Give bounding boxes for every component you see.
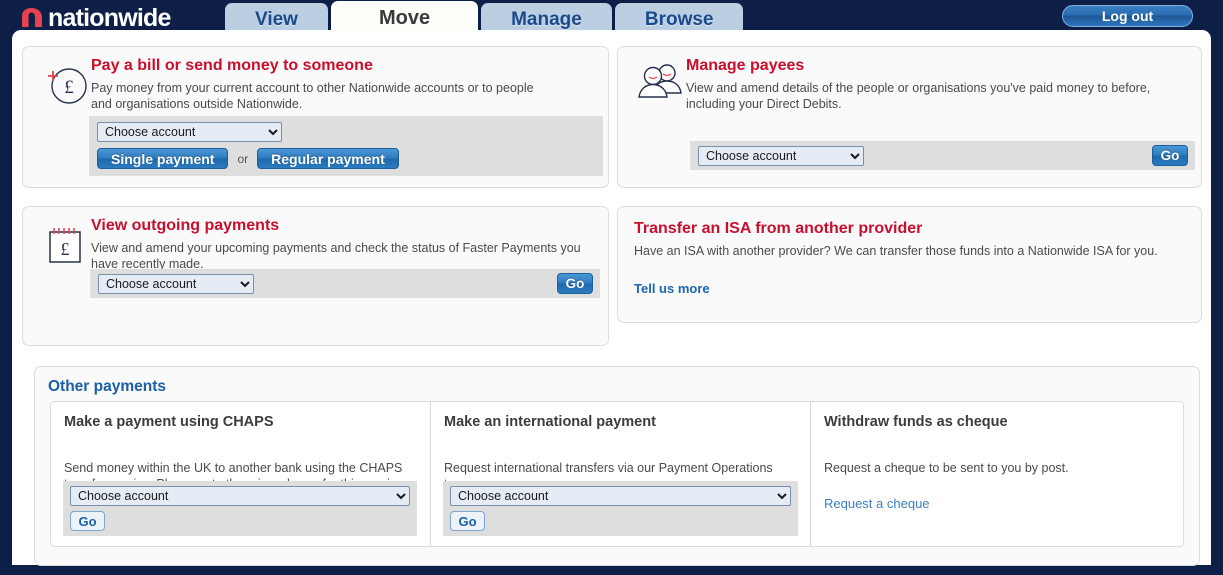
- pound-circle-plus-icon: £: [45, 63, 89, 110]
- other-payments-grid: Make a payment using CHAPS Send money wi…: [50, 401, 1184, 547]
- card-title: Manage payees: [686, 57, 805, 74]
- chaps-go-button[interactable]: Go: [70, 511, 105, 531]
- svg-text:£: £: [61, 239, 70, 259]
- nationwide-house-icon: [20, 7, 45, 29]
- manage-payees-account-select[interactable]: Choose account: [698, 145, 864, 166]
- column-title: Withdraw funds as cheque: [824, 414, 1008, 430]
- or-label: or: [237, 151, 249, 166]
- other-column-chaps: Make a payment using CHAPS Send money wi…: [51, 402, 430, 546]
- other-column-cheque: Withdraw funds as cheque Request a chequ…: [810, 402, 1183, 546]
- other-payments-section: Other payments Make a payment using CHAP…: [34, 366, 1200, 566]
- card-description: Have an ISA with another provider? We ca…: [634, 244, 1158, 258]
- view-outgoing-account-select[interactable]: Choose account: [98, 273, 254, 294]
- column-description: Request a cheque to be sent to you by po…: [824, 461, 1069, 475]
- column-title: Make a payment using CHAPS: [64, 414, 274, 430]
- manage-payees-go-button[interactable]: Go: [1152, 145, 1188, 166]
- card-description: View and amend details of the people or …: [686, 81, 1151, 111]
- other-column-international: Make an international payment Request in…: [430, 402, 810, 546]
- request-a-cheque-link[interactable]: Request a cheque: [824, 496, 930, 511]
- other-payments-title: Other payments: [48, 378, 167, 395]
- card-title: View outgoing payments: [91, 217, 280, 234]
- logout-button[interactable]: Log out: [1062, 5, 1193, 27]
- notepad-pound-icon: £: [46, 225, 86, 272]
- international-action-strip: Choose account Go: [443, 481, 798, 536]
- view-outgoing-go-button[interactable]: Go: [557, 273, 593, 294]
- svg-text:£: £: [64, 77, 74, 98]
- chaps-action-strip: Choose account Go: [63, 481, 417, 536]
- card-transfer-isa: Transfer an ISA from another provider Ha…: [617, 206, 1202, 323]
- view-outgoing-action-strip: Choose account Go: [90, 269, 600, 298]
- card-description: Pay money from your current account to o…: [91, 81, 534, 111]
- card-pay-a-bill: £ Pay a bill or send money to someone Pa…: [22, 46, 609, 188]
- two-people-icon: [638, 61, 684, 106]
- chaps-account-select[interactable]: Choose account: [70, 486, 410, 506]
- regular-payment-button[interactable]: Regular payment: [257, 148, 399, 169]
- international-account-select[interactable]: Choose account: [450, 486, 791, 506]
- pay-bill-action-strip: Choose account Single payment or Regular…: [89, 116, 603, 176]
- card-view-outgoing-payments: £ View outgoing payments View and amend …: [22, 206, 609, 346]
- international-go-button[interactable]: Go: [450, 511, 485, 531]
- pay-bill-account-select[interactable]: Choose account: [97, 122, 282, 142]
- tell-us-more-link[interactable]: Tell us more: [634, 281, 710, 296]
- manage-payees-action-strip: Choose account Go: [690, 141, 1195, 170]
- page-sheet: £ Pay a bill or send money to someone Pa…: [12, 30, 1211, 566]
- card-description: View and amend your upcoming payments an…: [91, 241, 581, 271]
- column-title: Make an international payment: [444, 414, 656, 430]
- card-manage-payees: Manage payees View and amend details of …: [617, 46, 1202, 188]
- card-title: Pay a bill or send money to someone: [91, 57, 373, 74]
- nationwide-logo: nationwide: [20, 4, 171, 32]
- card-title: Transfer an ISA from another provider: [634, 220, 923, 237]
- single-payment-button[interactable]: Single payment: [97, 148, 229, 169]
- brand-name: nationwide: [48, 4, 171, 32]
